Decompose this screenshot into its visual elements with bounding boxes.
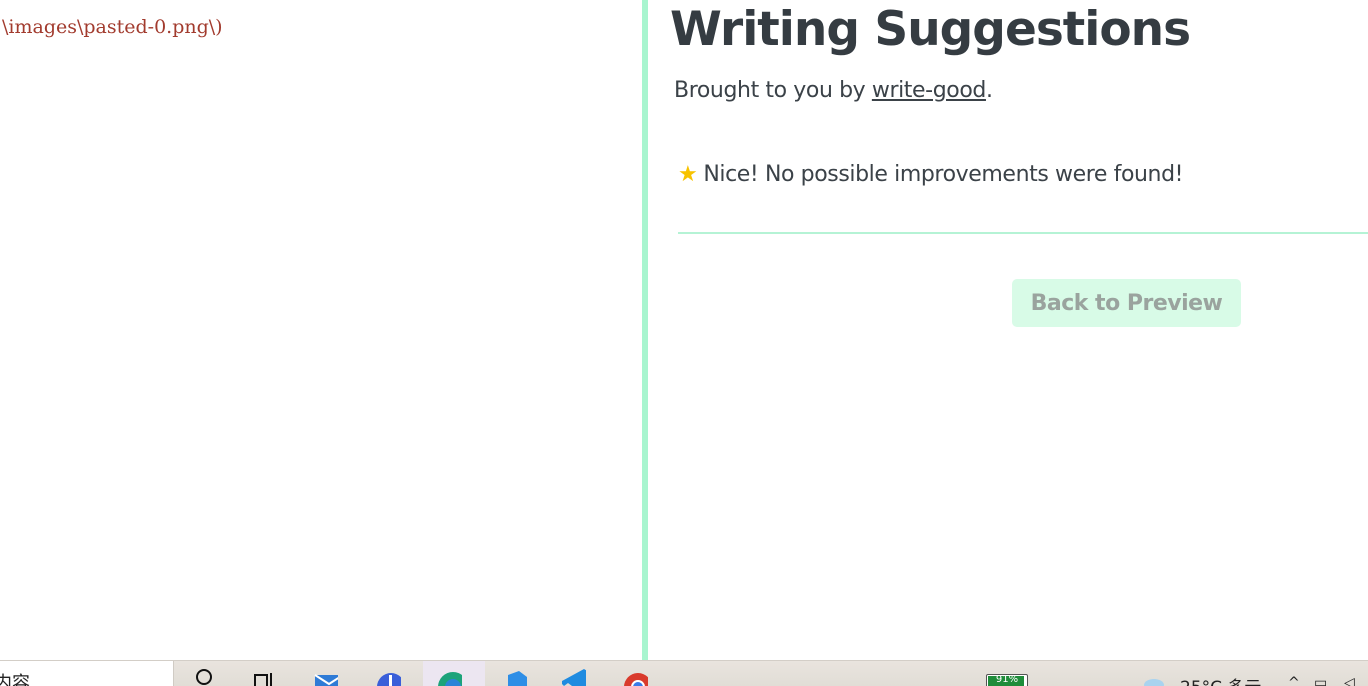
result-message: ★ Nice! No possible improvements were fo… <box>678 162 1183 187</box>
mail-icon[interactable] <box>314 667 338 686</box>
divider <box>678 232 1368 234</box>
cloud-icon <box>1144 679 1164 686</box>
editor-line[interactable]: \images\pasted-0.png\) <box>2 16 223 38</box>
file-icon[interactable] <box>505 667 529 686</box>
page-title: Writing Suggestions <box>670 2 1191 57</box>
search-icon[interactable] <box>194 667 218 686</box>
credit-prefix: Brought to you by <box>674 78 872 103</box>
chrome-icon[interactable] <box>624 667 648 686</box>
chevron-up-icon[interactable]: ^ <box>1288 675 1300 686</box>
credit-line: Brought to you by write-good. <box>674 78 993 103</box>
editor-pane[interactable]: \images\pasted-0.png\) <box>0 0 642 660</box>
task-view-icon[interactable] <box>253 667 277 686</box>
network-icon[interactable]: ▭ <box>1314 675 1327 686</box>
app-window: \images\pasted-0.png\) Writing Suggestio… <box>0 0 1368 660</box>
battery-indicator[interactable]: 91% <box>986 674 1028 686</box>
taskbar-search-box[interactable]: 内容 <box>0 661 174 686</box>
credit-suffix: . <box>985 78 993 103</box>
write-good-link[interactable]: write-good <box>872 78 987 103</box>
star-icon: ★ <box>678 162 698 187</box>
weather-text[interactable]: 25°C 多云 <box>1180 673 1261 686</box>
vscode-icon[interactable] <box>562 667 586 686</box>
battery-percent: 91% <box>995 674 1019 685</box>
app-icon[interactable] <box>377 667 401 686</box>
taskbar-search-text: 内容 <box>0 673 30 686</box>
edge-icon[interactable] <box>438 667 462 686</box>
back-to-preview-button[interactable]: Back to Preview <box>1012 279 1241 327</box>
result-text: Nice! No possible improvements were foun… <box>703 162 1184 187</box>
writing-suggestions-pane: Writing Suggestions Brought to you by wr… <box>648 0 1368 660</box>
taskbar: 内容 91% 25°C 多云 ^ ▭ ◁ <box>0 660 1368 686</box>
volume-icon[interactable]: ◁ <box>1344 675 1355 686</box>
